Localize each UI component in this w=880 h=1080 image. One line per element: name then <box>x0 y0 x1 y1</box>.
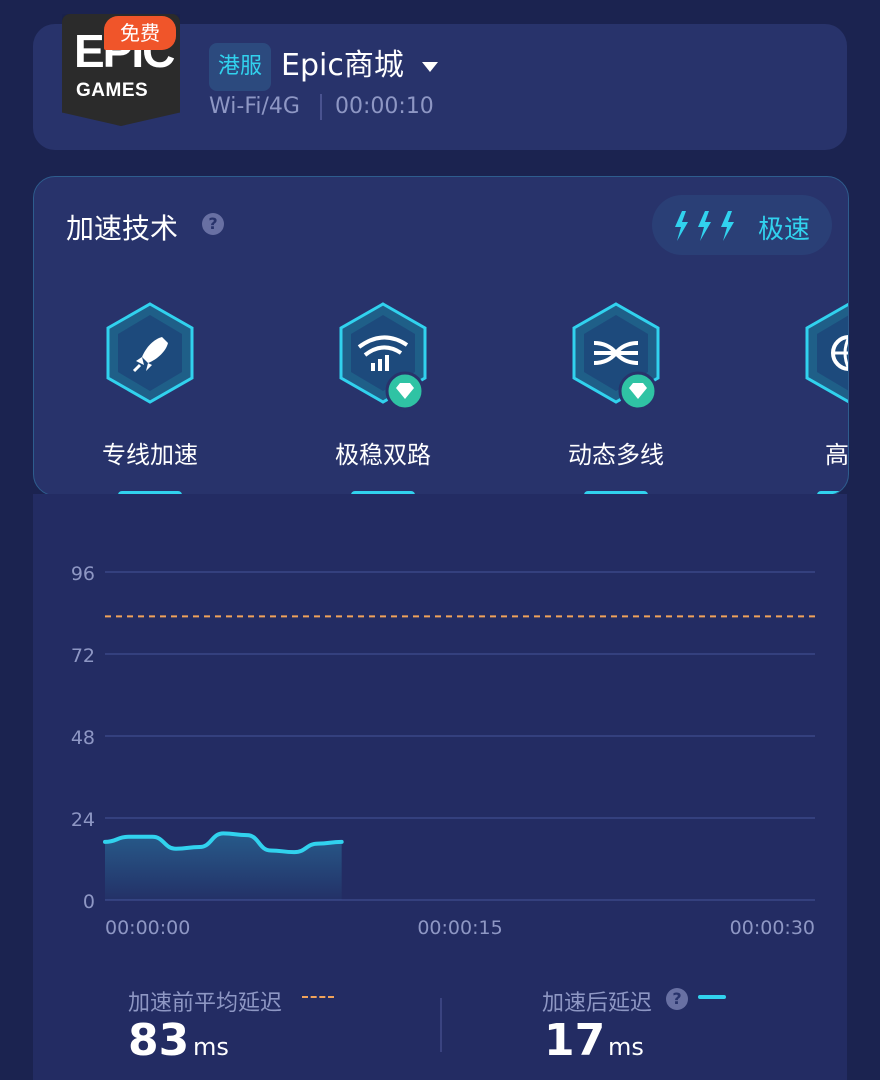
feature-dedicated-line[interactable]: 专线加速 <box>70 301 230 495</box>
feature-label: 专线加速 <box>102 441 198 469</box>
elapsed-timer: 00:00:10 <box>335 94 434 119</box>
logo-subtext: GAMES <box>76 80 149 101</box>
divider <box>440 998 442 1052</box>
after-latency-value: 17 <box>544 1015 606 1066</box>
lightning-icon <box>675 211 734 241</box>
feature-high-speed[interactable]: 高速 <box>769 301 849 495</box>
help-icon[interactable]: ? <box>202 213 224 235</box>
game-name-selector[interactable]: Epic商城 <box>281 48 404 84</box>
speed-mode-button[interactable]: 极速 <box>652 195 832 255</box>
globe-icon <box>805 302 848 404</box>
free-badge: 免费 <box>104 16 176 50</box>
y-tick-label: 72 <box>71 645 95 667</box>
after-latency-label: 加速后延迟 <box>542 991 653 1016</box>
chevron-down-icon[interactable] <box>422 62 438 72</box>
y-tick-label: 96 <box>71 563 95 585</box>
baseline-legend <box>302 996 334 998</box>
feature-dual-path[interactable]: 极稳双路 <box>303 301 463 495</box>
y-tick-label: 24 <box>71 809 95 831</box>
before-latency-label: 加速前平均延迟 <box>128 991 283 1016</box>
latency-chart: 96 72 48 24 0 00:00:00 00:00:15 00:00:30 <box>71 563 815 939</box>
feature-label: 动态多线 <box>568 441 664 469</box>
y-tick-label: 0 <box>83 891 95 913</box>
acceleration-tech-card: 加速技术 ? 极速 专线加速 极稳双路 动态多线 高 <box>33 176 849 496</box>
before-latency-unit: ms <box>193 1033 229 1061</box>
feature-label: 极稳双路 <box>335 441 431 469</box>
diamond-icon <box>618 371 658 411</box>
y-tick-label: 48 <box>71 727 95 749</box>
feature-label: 高速 <box>825 441 849 469</box>
x-tick-label: 00:00:00 <box>105 917 190 939</box>
network-type: Wi-Fi/4G <box>209 94 300 119</box>
tech-title: 加速技术 <box>66 212 179 245</box>
latency-area <box>105 833 342 900</box>
help-icon[interactable]: ? <box>666 988 688 1010</box>
diamond-icon <box>385 371 425 411</box>
latency-legend <box>698 995 726 999</box>
divider <box>320 94 322 120</box>
x-tick-label: 00:00:30 <box>730 917 815 939</box>
feature-dynamic-multiline[interactable]: 动态多线 <box>536 301 696 495</box>
rocket-icon <box>106 302 194 404</box>
after-latency-unit: ms <box>608 1033 644 1061</box>
region-tag: 港服 <box>209 43 271 91</box>
speed-mode-label: 极速 <box>758 215 811 245</box>
x-tick-label: 00:00:15 <box>417 917 502 939</box>
before-latency-value: 83 <box>128 1015 190 1066</box>
